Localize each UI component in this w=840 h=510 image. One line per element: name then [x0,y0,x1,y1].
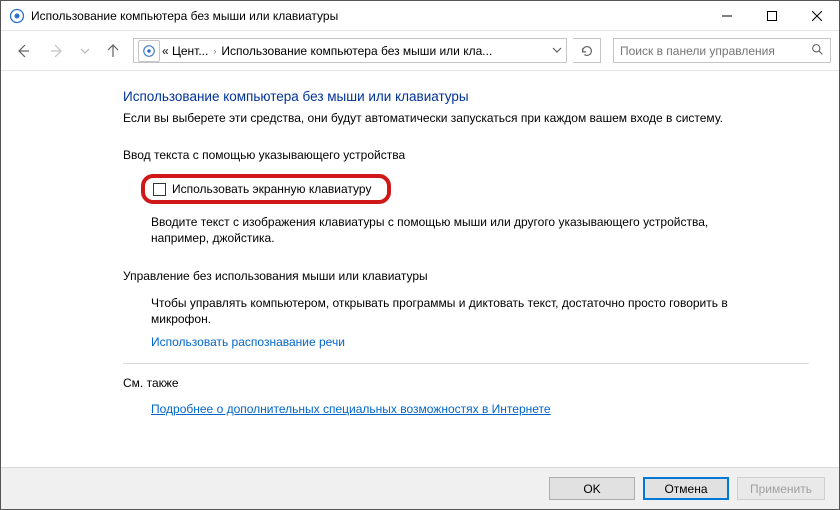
refresh-button[interactable] [573,38,601,63]
accessibility-online-link[interactable]: Подробнее о дополнительных специальных в… [151,402,551,416]
section-body: Чтобы управлять компьютером, открывать п… [151,295,751,327]
ok-button[interactable]: OK [549,477,635,500]
section-body: Вводите текст с изображения клавиатуры с… [151,214,751,246]
breadcrumb-current[interactable]: Использование компьютера без мыши или кл… [221,44,492,58]
toolbar: « Цент... › Использование компьютера без… [1,31,839,71]
content-area: Использование компьютера без мыши или кл… [1,71,839,467]
recent-dropdown[interactable] [77,37,93,65]
speech-recognition-link[interactable]: Использовать распознавание речи [151,335,345,349]
onscreen-keyboard-checkbox[interactable] [153,183,166,196]
divider [123,363,809,364]
page-description: Если вы выберете эти средства, они будут… [123,110,773,126]
breadcrumb-prefix[interactable]: « Цент... [162,44,208,58]
forward-button[interactable] [43,37,71,65]
breadcrumb-app-icon [138,40,160,62]
window-title: Использование компьютера без мыши или кл… [31,9,338,23]
page-title: Использование компьютера без мыши или кл… [123,89,839,104]
maximize-button[interactable] [749,1,794,30]
up-button[interactable] [99,37,127,65]
minimize-button[interactable] [704,1,749,30]
app-icon [9,8,25,24]
section-no-mouse-keyboard: Управление без использования мыши или кл… [123,269,839,349]
footer-buttons: OK Отмена Применить [1,467,839,509]
chevron-down-icon[interactable] [552,45,562,57]
highlighted-option: Использовать экранную клавиатуру [141,174,391,204]
section-heading: См. также [123,376,839,390]
search-box[interactable] [613,38,831,63]
titlebar: Использование компьютера без мыши или кл… [1,1,839,31]
cancel-button[interactable]: Отмена [643,477,729,500]
section-see-also: См. также Подробнее о дополнительных спе… [123,376,839,416]
onscreen-keyboard-label[interactable]: Использовать экранную клавиатуру [172,182,371,196]
search-input[interactable] [620,44,811,58]
breadcrumb[interactable]: « Цент... › Использование компьютера без… [133,38,567,63]
search-icon[interactable] [811,43,824,59]
apply-button[interactable]: Применить [737,477,825,500]
chevron-right-icon: › [213,46,216,56]
section-heading: Управление без использования мыши или кл… [123,269,839,283]
window-controls [704,1,839,30]
back-button[interactable] [9,37,37,65]
section-heading: Ввод текста с помощью указывающего устро… [123,148,839,162]
section-pointing-device: Ввод текста с помощью указывающего устро… [123,148,839,246]
close-button[interactable] [794,1,839,30]
control-panel-window: Использование компьютера без мыши или кл… [0,0,840,510]
